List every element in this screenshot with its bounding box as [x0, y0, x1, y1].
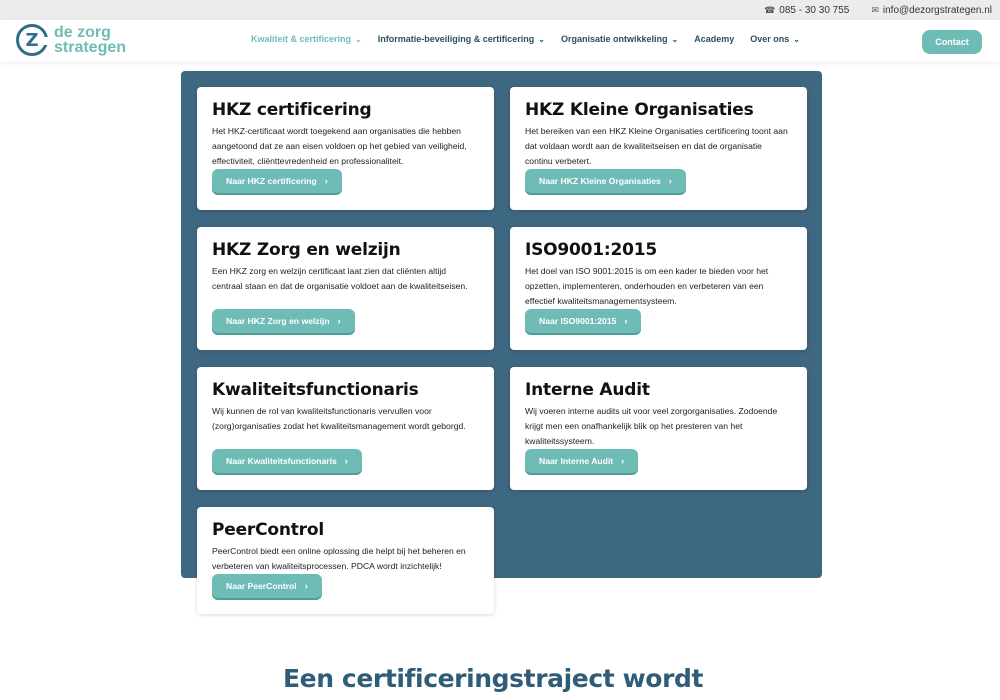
nav-item-label: Academy	[694, 34, 735, 44]
nav-item-label: Over ons	[750, 34, 790, 44]
card-button[interactable]: Naar HKZ Kleine Organisaties ›	[525, 169, 686, 193]
card-interne-audit: Interne Audit Wij voeren interne audits …	[510, 367, 807, 490]
email-address: info@dezorgstrategen.nl	[882, 4, 992, 16]
phone-number: 085 - 30 30 755	[779, 4, 850, 16]
card-text: PeerControl biedt een online oplossing d…	[212, 546, 466, 571]
nav-item-label: Organisatie ontwikkeling	[560, 34, 668, 44]
card-title: ISO9001:2015	[525, 240, 658, 260]
card-peercontrol: PeerControl PeerControl biedt een online…	[197, 507, 494, 614]
email-link[interactable]: ✉ info@dezorgstrategen.nl	[871, 5, 992, 16]
card-title: HKZ Zorg en welzijn	[212, 240, 401, 260]
card-button[interactable]: Naar HKZ Zorg en welzijn ›	[212, 309, 355, 333]
logo-line-2: strategen	[54, 39, 127, 56]
chevron-right-icon: ›	[337, 316, 341, 326]
envelope-icon: ✉	[871, 4, 879, 15]
chevron-right-icon: ›	[624, 316, 628, 326]
chevron-right-icon: ›	[344, 456, 348, 466]
chevron-right-icon: ›	[324, 176, 328, 186]
nav-item-organisatie[interactable]: Organisatie ontwikkeling ⌄	[561, 34, 678, 44]
logo-mark-icon: Z	[16, 24, 49, 56]
headset-icon: ☎	[764, 4, 776, 15]
section-heading: Een certificeringstraject wordt	[283, 664, 704, 693]
card-button-label: Naar Kwaliteitsfunctionaris	[226, 456, 337, 466]
top-contact-bar: ☎ 085 - 30 30 755 ✉ info@dezorgstrategen…	[0, 0, 1000, 20]
nav-item-academy[interactable]: Academy	[694, 34, 734, 44]
chevron-down-icon: ⌄	[793, 34, 800, 44]
card-title: HKZ Kleine Organisaties	[525, 100, 754, 120]
card-button-label: Naar HKZ certificering	[226, 176, 317, 186]
card-iso9001: ISO9001:2015 Het doel van ISO 9001:2015 …	[510, 227, 807, 350]
nav-item-kwaliteit[interactable]: Kwaliteit & certificering ⌄	[251, 34, 362, 44]
nav-item-informatiebeveiliging[interactable]: Informatie-beveiliging & certificering ⌄	[378, 34, 545, 44]
card-button[interactable]: Naar HKZ certificering ›	[212, 169, 342, 193]
card-hkz-zorg-welzijn: HKZ Zorg en welzijn Een HKZ zorg en welz…	[197, 227, 494, 350]
nav-item-label: Informatie-beveiliging & certificering	[377, 34, 535, 44]
card-text: Wij voeren interne audits uit voor veel …	[525, 406, 778, 446]
main-navigation: Z de zorg strategen Kwaliteit & certific…	[0, 20, 1000, 62]
card-button-label: Naar Interne Audit	[539, 456, 614, 466]
card-text: Het doel van ISO 9001:2015 is om een kad…	[525, 266, 769, 306]
chevron-down-icon: ⌄	[671, 34, 679, 44]
chevron-down-icon: ⌄	[355, 34, 362, 44]
card-button-label: Naar PeerControl	[226, 581, 297, 591]
nav-menu: Kwaliteit & certificering ⌄ Informatie-be…	[251, 34, 800, 44]
card-text: Het HKZ-certificaat wordt toegekend aan …	[212, 126, 467, 166]
logo-mark-letter: Z	[25, 29, 39, 51]
card-hkz-kleine-organisaties: HKZ Kleine Organisaties Het bereiken van…	[510, 87, 807, 210]
card-text: Wij kunnen de rol van kwaliteitsfunction…	[212, 406, 466, 431]
card-button-label: Naar HKZ Kleine Organisaties	[539, 176, 661, 186]
card-button[interactable]: Naar Interne Audit ›	[525, 449, 639, 473]
chevron-right-icon: ›	[668, 176, 672, 186]
card-title: Kwaliteitsfunctionaris	[212, 380, 419, 400]
card-button-label: Naar HKZ Zorg en welzijn	[226, 316, 330, 326]
chevron-right-icon: ›	[621, 456, 625, 466]
card-title: Interne Audit	[525, 380, 650, 400]
card-title: HKZ certificering	[212, 100, 372, 120]
nav-item-label: Kwaliteit & certificering	[251, 34, 352, 44]
card-button[interactable]: Naar ISO9001:2015 ›	[525, 309, 642, 333]
card-hkz-certificering: HKZ certificering Het HKZ-certificaat wo…	[197, 87, 494, 210]
card-text: Een HKZ zorg en welzijn certificaat laat…	[212, 266, 468, 291]
phone-link[interactable]: ☎ 085 - 30 30 755	[764, 5, 849, 16]
chevron-right-icon: ›	[304, 581, 308, 591]
nav-item-over-ons[interactable]: Over ons ⌄	[750, 34, 800, 44]
card-title: PeerControl	[212, 520, 324, 540]
card-button[interactable]: Naar PeerControl ›	[212, 574, 322, 598]
chevron-down-icon: ⌄	[538, 34, 545, 44]
card-text: Het bereiken van een HKZ Kleine Organisa…	[525, 126, 788, 166]
site-logo[interactable]: Z de zorg strategen	[16, 24, 126, 56]
card-button-label: Naar ISO9001:2015	[539, 316, 617, 326]
contact-button[interactable]: Contact	[922, 30, 982, 54]
logo-line-1: de zorg	[54, 24, 111, 41]
logo-text: de zorg strategen	[54, 24, 127, 56]
card-kwaliteitsfunctionaris: Kwaliteitsfunctionaris Wij kunnen de rol…	[197, 367, 494, 490]
card-button[interactable]: Naar Kwaliteitsfunctionaris ›	[212, 449, 362, 473]
